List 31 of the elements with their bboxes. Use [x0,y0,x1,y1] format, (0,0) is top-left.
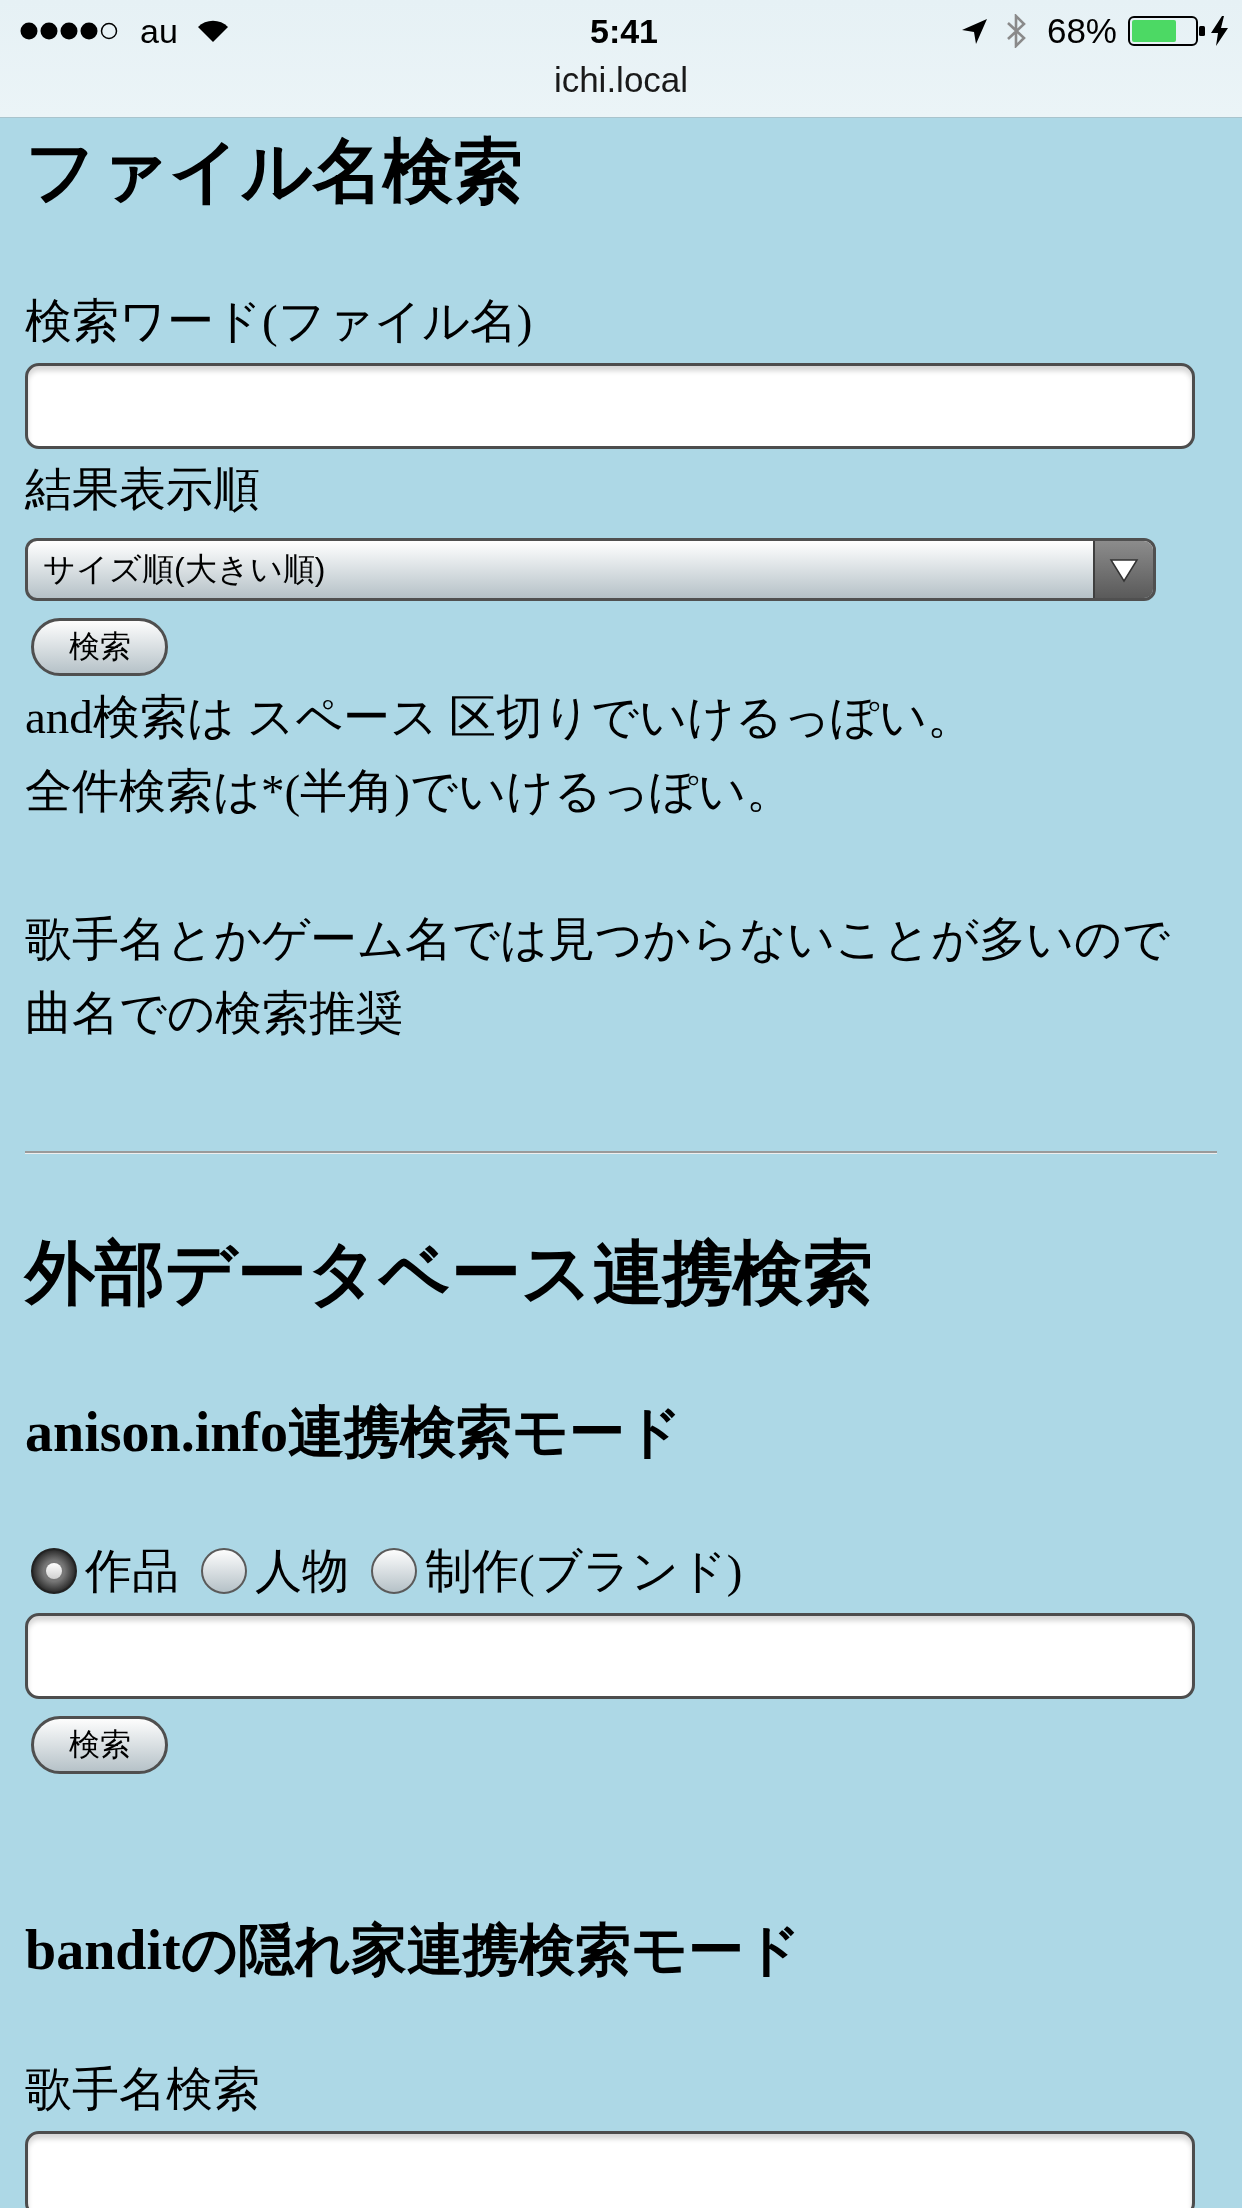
subsection-heading: anison.info連携検索モード [25,1400,682,1465]
radio-button[interactable] [201,1548,247,1594]
carrier-name: au [140,11,178,51]
radio-label: 作品 [85,1544,179,1599]
note-text: 歌手名とかゲーム名では見つからないことが多いので 曲名での検索推奨 [25,912,1170,1041]
text-field[interactable] [25,363,1195,449]
field-label: 歌手名検索 [25,2062,260,2117]
search-button[interactable]: 検索 [31,618,168,676]
field-label: 検索ワード(ファイル名) [25,294,533,349]
text-field[interactable] [25,1613,1195,1699]
charging-bolt-icon [1211,16,1228,46]
subsection-heading: banditの隠れ家連携検索モード [25,1918,801,1983]
section-heading: 外部データベース連携検索 [25,1234,873,1314]
search-button[interactable]: 検索 [31,1716,168,1774]
caret-down-icon [1093,541,1153,598]
radio-label: 制作(ブランド) [425,1544,743,1599]
signal-strength-icon [20,22,120,40]
radio-label: 人物 [255,1544,349,1599]
section-heading: ファイル名検索 [25,132,523,212]
radio-button[interactable] [371,1548,417,1594]
text-field[interactable] [25,2131,1195,2208]
note-text: and検索は スペース 区切りでいけるっぽい。 全件検索は*(半角)でいけるっぽい。 [25,690,976,819]
sort-dropdown[interactable]: サイズ順(大きい順) [25,538,1156,601]
field-label: 結果表示順 [25,462,260,517]
location-arrow-icon [961,18,987,44]
wifi-icon [197,20,228,42]
page-address: ichi.local [553,62,689,98]
clock-time: 5:41 [589,11,659,51]
battery-icon [1128,16,1205,46]
battery-percentage: 68% [1046,11,1117,51]
radio-button[interactable] [31,1548,77,1594]
